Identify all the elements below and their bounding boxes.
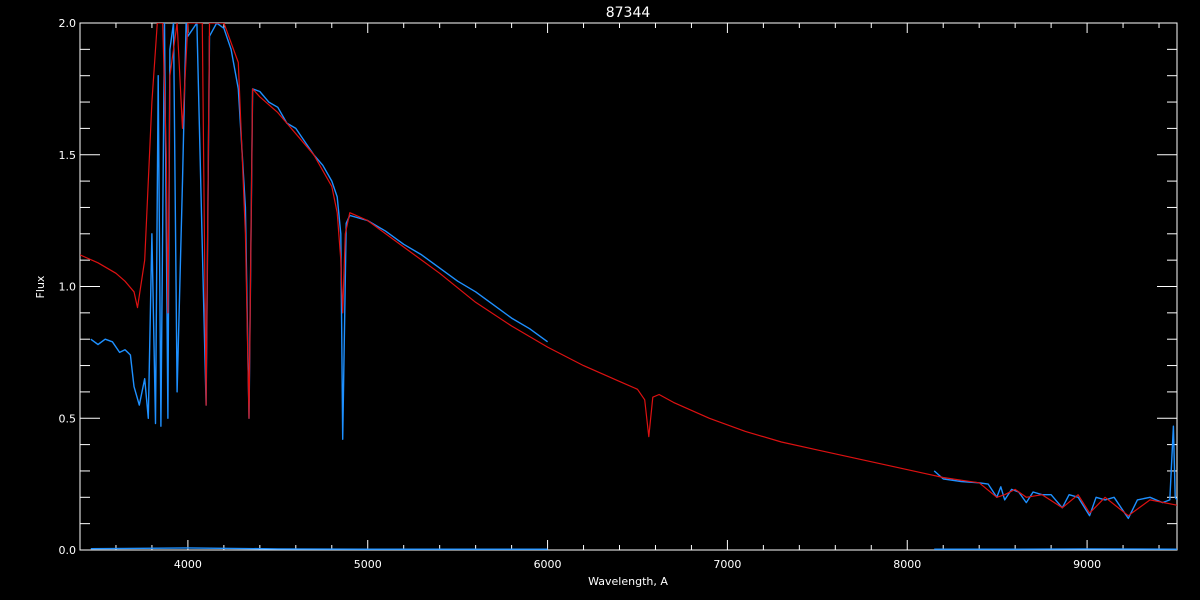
y-tick-label: 1.0 <box>59 281 77 294</box>
y-tick-label: 2.0 <box>59 17 77 30</box>
series-observed-blue <box>90 23 549 440</box>
x-tick-label: 7000 <box>713 558 741 571</box>
y-tick-label: 1.5 <box>59 149 77 162</box>
y-tick-label: 0.0 <box>59 544 77 557</box>
series-observed-red-arm <box>933 425 1177 520</box>
x-axis-label: Wavelength, A <box>588 575 668 588</box>
x-axis-ticks: 4000 5000 6000 7000 8000 9000 <box>115 23 1160 571</box>
spectrum-chart: 87344 4000 5000 6000 7000 8000 9000 0.0 0.5 1.0… <box>0 0 1200 600</box>
x-tick-label: 4000 <box>174 558 202 571</box>
x-tick-label: 6000 <box>534 558 562 571</box>
x-tick-label: 5000 <box>354 558 382 571</box>
x-tick-label: 8000 <box>893 558 921 571</box>
series-error-baseline <box>90 547 548 550</box>
y-axis-label: Flux <box>34 275 47 298</box>
series-layer <box>80 23 1177 550</box>
plot-frame <box>79 22 1178 551</box>
x-tick-label: 9000 <box>1073 558 1101 571</box>
chart-title: 87344 <box>606 5 651 21</box>
y-axis-ticks: 0.0 0.5 1.0 1.5 2.0 <box>59 17 1177 557</box>
series-model <box>80 23 1177 517</box>
y-tick-label: 0.5 <box>59 412 77 425</box>
